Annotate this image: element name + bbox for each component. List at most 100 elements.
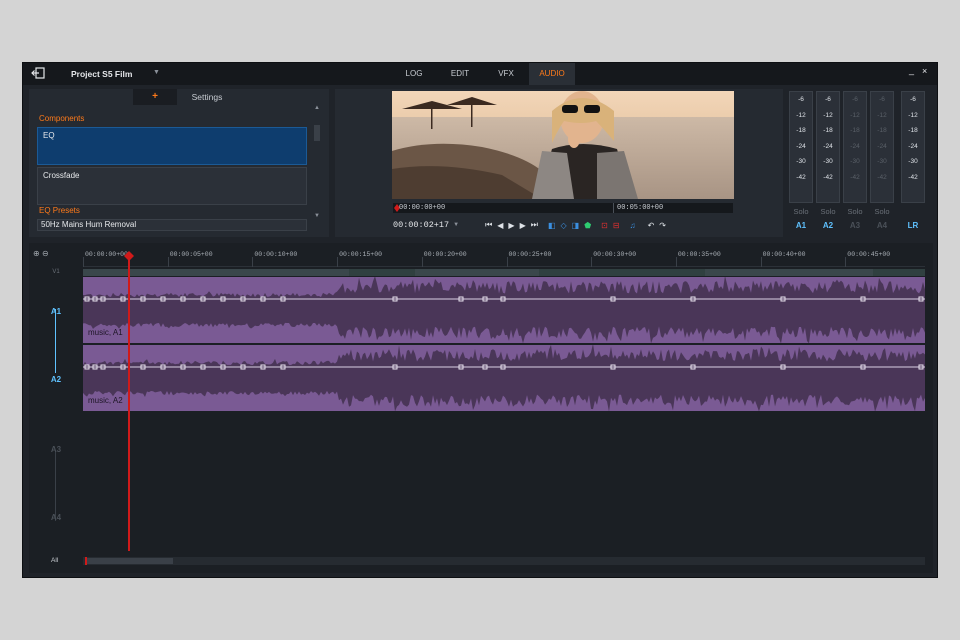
ruler-tick-label: 00:00:35+00 xyxy=(677,251,721,258)
component-label: EQ xyxy=(43,131,55,140)
timeline-scrollbar[interactable] xyxy=(83,557,925,565)
clip-music-a1[interactable]: music, A1 xyxy=(83,277,925,343)
clear-marks-icon[interactable]: ◇ xyxy=(561,221,567,230)
effects-panel: + Settings Components EQ Crossfade EQ Pr… xyxy=(29,89,329,237)
play-icon[interactable]: ▶ xyxy=(508,221,514,230)
clip-label: music, A2 xyxy=(88,396,123,405)
show-all-tracks-button[interactable]: All xyxy=(51,557,58,564)
eq-presets-heading: EQ Presets xyxy=(39,206,80,215)
zoom-in-icon[interactable]: ⊕ xyxy=(33,249,40,258)
go-to-start-icon[interactable]: ⏮ xyxy=(485,220,492,230)
ruler-tick-label: 00:00:30+00 xyxy=(593,251,637,258)
track-label-v1[interactable]: V1 xyxy=(29,269,83,275)
scroll-up-icon[interactable]: ▲ xyxy=(313,105,321,111)
tab-settings[interactable]: Settings xyxy=(177,89,237,105)
timecode-dropdown-icon[interactable]: ▼ xyxy=(453,222,459,228)
zoom-controls: ⊕ ⊖ xyxy=(33,249,49,258)
project-title[interactable]: Project S5 Film xyxy=(71,69,132,79)
timeline-ruler[interactable]: 00:00:00+00 00:00:05+00 00:00:10+00 00:00:1… xyxy=(83,243,925,267)
app-window: Project S5 Film ▼ LOG EDIT VFX AUDIO _ ×… xyxy=(22,62,938,578)
components-scrollbar[interactable]: ▲ ▼ xyxy=(313,105,321,229)
solo-a3-button[interactable]: Solo xyxy=(843,207,867,216)
ruler-tick xyxy=(421,257,423,267)
overwrite-icon[interactable]: ⊟ xyxy=(613,221,620,230)
mark-in-icon[interactable]: ◧ xyxy=(548,221,556,230)
solo-a2-button[interactable]: Solo xyxy=(816,207,840,216)
components-heading: Components xyxy=(39,114,85,123)
video-track-v1[interactable] xyxy=(83,269,925,276)
tab-audio[interactable]: AUDIO xyxy=(529,63,575,85)
meter-a3: -6 -12 -18 -24 -30 -42 xyxy=(843,91,867,203)
timeline-scroll-thumb[interactable] xyxy=(85,558,173,564)
tab-vfx[interactable]: VFX xyxy=(483,63,529,85)
audio-meters: -6 -12 -18 -24 -30 -42 -6 -12 -18 -24 -30 -42 -6 -1… xyxy=(787,89,933,237)
scroll-thumb[interactable] xyxy=(314,125,320,141)
undo-icon[interactable]: ↶ xyxy=(648,221,655,230)
channel-lr[interactable]: LR xyxy=(901,221,925,230)
ruler-tick-label: 00:00:45+00 xyxy=(847,251,891,258)
effects-tabs: + Settings xyxy=(133,89,237,105)
track-a3-a4-link xyxy=(55,451,56,521)
timeline-panel: ⊕ ⊖ 00:00:00+00 00:00:05+00 00:00:10+00 00:… xyxy=(29,243,933,573)
playhead-handle-icon[interactable] xyxy=(124,251,134,261)
scroll-down-icon[interactable]: ▼ xyxy=(313,213,321,219)
track-label-a3[interactable]: A3 xyxy=(29,445,83,454)
component-label: Crossfade xyxy=(43,171,80,180)
component-eq[interactable]: EQ xyxy=(37,127,307,165)
scrub-start-timecode: 00:00:00+00 xyxy=(399,204,446,212)
ruler-tick-label: 00:00:10+00 xyxy=(254,251,298,258)
zoom-out-icon[interactable]: ⊖ xyxy=(42,249,49,258)
solo-a1-button[interactable]: Solo xyxy=(789,207,813,216)
tab-log[interactable]: LOG xyxy=(391,63,437,85)
ruler-tick-label: 00:00:00+00 xyxy=(85,251,128,258)
minimize-button[interactable]: _ xyxy=(909,65,914,75)
step-back-icon[interactable]: ◀ xyxy=(497,221,503,230)
meter-a4: -6 -12 -18 -24 -30 -42 xyxy=(870,91,894,203)
solo-a4-button[interactable]: Solo xyxy=(870,207,894,216)
component-crossfade[interactable]: Crossfade xyxy=(37,167,307,205)
ruler-tick xyxy=(252,257,254,267)
mode-tabs: LOG EDIT VFX AUDIO xyxy=(391,63,575,85)
tab-add-effect[interactable]: + xyxy=(133,89,177,105)
channel-a1[interactable]: A1 xyxy=(789,221,813,230)
clip-music-a2[interactable]: music, A2 xyxy=(83,345,925,411)
meter-a2: -6 -12 -18 -24 -30 -42 xyxy=(816,91,840,203)
channel-a3[interactable]: A3 xyxy=(843,221,867,230)
waveform-body xyxy=(83,367,925,389)
channel-a2[interactable]: A2 xyxy=(816,221,840,230)
current-timecode[interactable]: 00:00:02+17 xyxy=(393,220,449,230)
clip-label: music, A1 xyxy=(88,328,123,337)
go-to-end-icon[interactable]: ⏭ xyxy=(531,220,538,230)
marker-icon[interactable]: ⬟ xyxy=(584,221,591,230)
close-button[interactable]: × xyxy=(922,66,927,76)
video-preview xyxy=(392,91,734,199)
step-forward-icon[interactable]: ▶ xyxy=(520,221,526,230)
viewer-panel: 00:00:00+00 00:05:00+00 00:00:02+17 ▼ ⏮ … xyxy=(335,89,783,237)
track-label-a4[interactable]: A4 xyxy=(29,513,83,522)
project-dropdown-icon[interactable]: ▼ xyxy=(153,69,160,76)
ruler-tick xyxy=(506,257,508,267)
scrub-end-timecode: 00:05:00+00 xyxy=(617,204,664,212)
track-label-a2[interactable]: A2 xyxy=(29,375,83,384)
playhead[interactable] xyxy=(124,251,134,551)
eq-preset-select[interactable]: 50Hz Mains Hum Removal xyxy=(37,219,307,231)
meter-lr: -6 -12 -18 -24 -30 -42 xyxy=(901,91,925,203)
ruler-tick xyxy=(760,257,762,267)
scroll-playhead-marker xyxy=(85,557,87,565)
track-label-a1[interactable]: A1 xyxy=(29,307,83,316)
ruler-tick xyxy=(675,257,677,267)
mark-out-icon[interactable]: ◨ xyxy=(572,221,580,230)
channel-a4[interactable]: A4 xyxy=(870,221,894,230)
viewer-scrub-bar[interactable]: 00:00:00+00 00:05:00+00 xyxy=(393,203,733,213)
voiceover-mic-icon[interactable]: ♫ xyxy=(630,221,636,230)
title-bar: Project S5 Film ▼ LOG EDIT VFX AUDIO _ × xyxy=(23,63,937,85)
tab-edit[interactable]: EDIT xyxy=(437,63,483,85)
exit-project-icon[interactable] xyxy=(31,67,45,79)
redo-icon[interactable]: ↷ xyxy=(659,221,666,230)
ruler-tick xyxy=(591,257,593,267)
ruler-tick-label: 00:00:40+00 xyxy=(762,251,806,258)
ruler-tick-label: 00:00:20+00 xyxy=(423,251,467,258)
transport-bar: 00:00:02+17 ▼ ⏮ ◀ ▶ ▶ ⏭ ◧ ◇ ◨ ⬟ ⊡ ⊟ ♫ ↶ … xyxy=(393,217,733,233)
insert-icon[interactable]: ⊡ xyxy=(601,221,608,230)
ruler-tick xyxy=(337,257,339,267)
